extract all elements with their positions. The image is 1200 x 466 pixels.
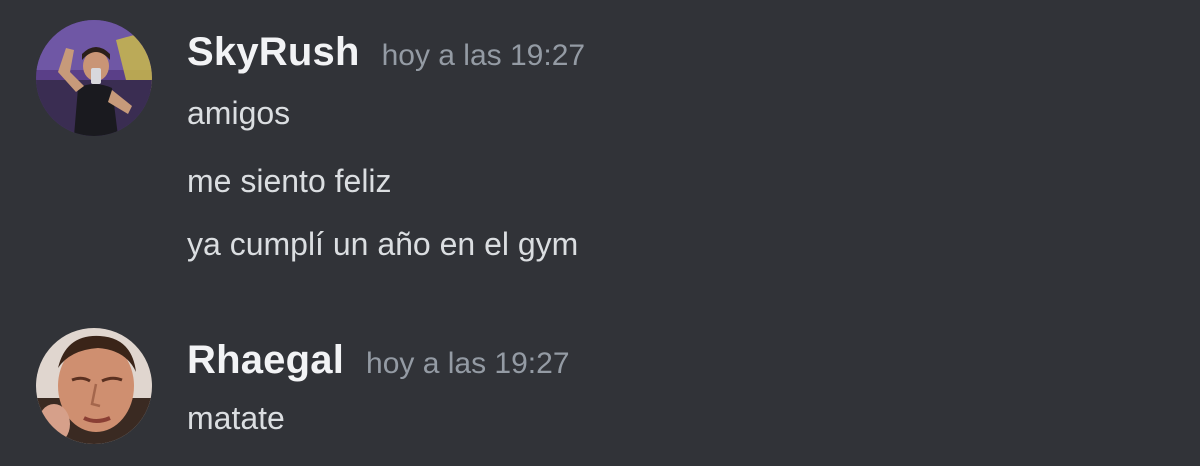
username[interactable]: SkyRush — [187, 30, 360, 74]
avatar[interactable] — [36, 328, 152, 444]
user-avatar-photo-icon — [36, 20, 152, 136]
chat-message-list: SkyRush hoy a las 19:27 amigos me siento … — [0, 0, 1200, 466]
timestamp[interactable]: hoy a las 19:27 — [382, 39, 585, 72]
timestamp[interactable]: hoy a las 19:27 — [366, 347, 569, 380]
message-line: amigos — [187, 95, 291, 131]
message-header: Rhaegal hoy a las 19:27 — [187, 338, 570, 383]
message-line: me siento feliz — [187, 163, 392, 199]
message-line: matate — [187, 400, 285, 436]
message-line: ya cumplí un año en el gym — [187, 226, 579, 262]
username[interactable]: Rhaegal — [187, 338, 344, 382]
message-header: SkyRush hoy a las 19:27 — [187, 30, 585, 75]
user-avatar-photo-icon — [36, 328, 152, 444]
avatar[interactable] — [36, 20, 152, 136]
